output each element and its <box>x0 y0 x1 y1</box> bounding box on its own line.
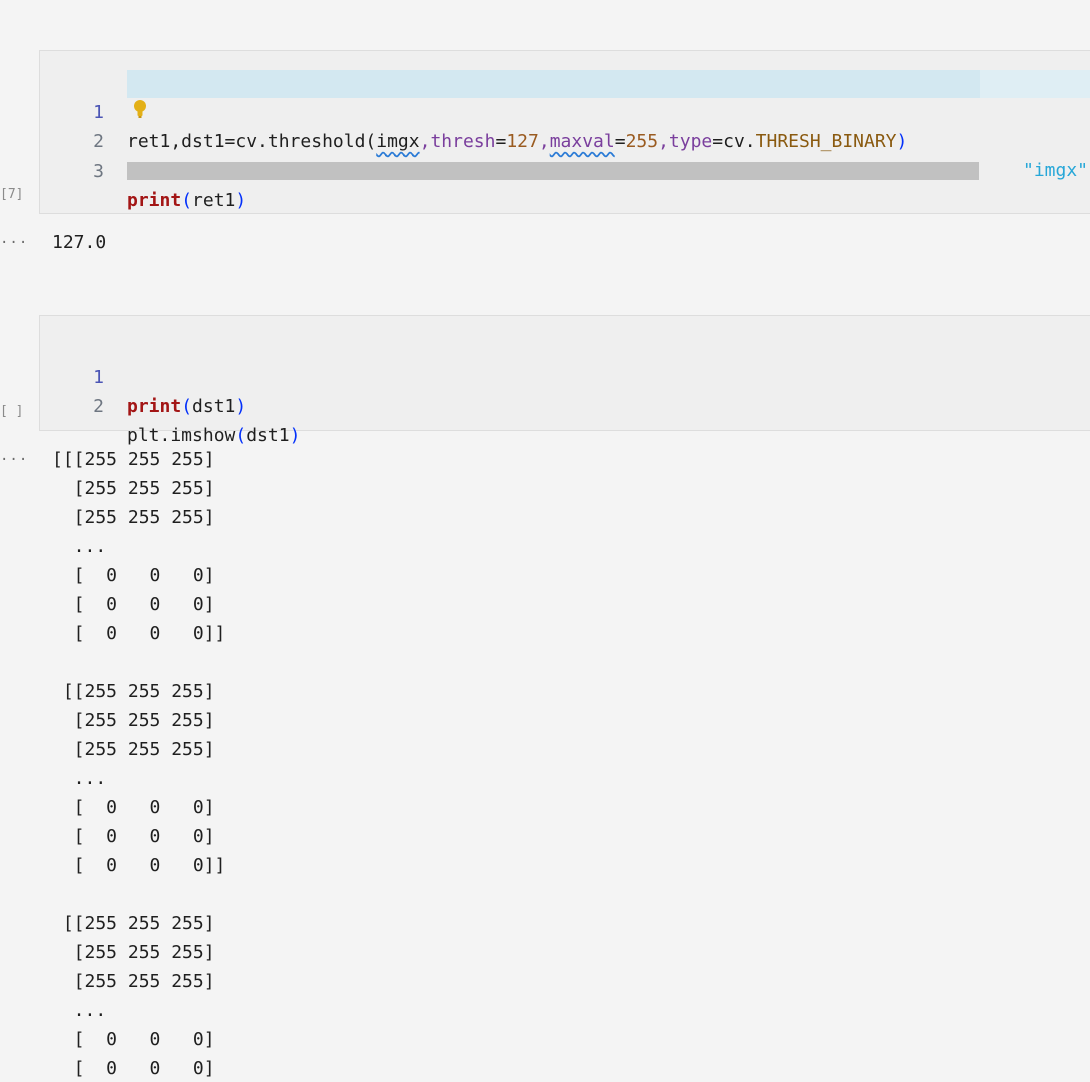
execution-count: [7] <box>0 187 24 202</box>
code-token: =cv. <box>712 131 756 152</box>
code-token-number: 255 <box>625 131 659 152</box>
code-token: ret1 <box>192 190 236 211</box>
code-token-keyword: print <box>127 396 182 417</box>
code-line-1[interactable]: 1 ret1,dst1=cv.threshold(imgx,thresh=127… <box>40 69 1088 181</box>
code-token-paren: ) <box>235 190 247 211</box>
current-line-highlight <box>127 70 1027 98</box>
output-ellipsis-icon[interactable]: ... <box>0 231 28 247</box>
inline-hint-highlight <box>980 70 1090 98</box>
cell-output-2: [[[255 255 255] [255 255 255] [255 255 2… <box>52 449 226 1079</box>
code-token: = <box>614 131 626 152</box>
horizontal-scrollbar[interactable] <box>127 162 979 180</box>
output-ellipsis-icon[interactable]: ... <box>0 448 28 464</box>
code-token: = <box>495 131 507 152</box>
code-token: dst1 <box>246 425 290 446</box>
inline-value-hint: "imgx" <box>1023 160 1089 181</box>
code-token: dst1 <box>192 396 236 417</box>
code-text[interactable]: print(dst1) <box>127 392 246 421</box>
code-text[interactable]: print(ret1) <box>127 186 246 215</box>
execution-count: [ ] <box>0 404 24 419</box>
code-token-keyword: print <box>127 190 182 211</box>
code-token: plt.imshow <box>127 425 236 446</box>
notebook-page: 1 ret1,dst1=cv.threshold(imgx,thresh=127… <box>0 0 1090 1082</box>
code-token-paren: ( <box>181 190 193 211</box>
code-token-maxval: maxval <box>549 131 615 152</box>
code-token-thresh: thresh <box>430 131 496 152</box>
code-token: , <box>658 131 669 152</box>
code-token-const: THRESH_BINARY <box>755 131 897 152</box>
code-token-paren: ) <box>896 131 908 152</box>
lightbulb-icon[interactable] <box>133 99 147 119</box>
code-token-type: type <box>668 131 713 152</box>
code-cell-2[interactable]: 1 print(dst1) 2 plt.imshow(dst1) <box>39 315 1090 446</box>
code-line-2[interactable]: 2 plt.imshow(dst1) <box>40 363 300 446</box>
cell-output-1: 127.0 <box>52 232 107 253</box>
code-token-paren: ( <box>235 425 247 446</box>
line-number: 2 <box>93 396 104 417</box>
code-line-2[interactable]: 2 <box>40 98 105 152</box>
code-token-paren: ) <box>235 396 247 417</box>
code-token: ret1,dst1=cv.threshold( <box>127 131 377 152</box>
code-token-number: 127 <box>506 131 539 152</box>
code-token: , <box>419 131 431 152</box>
code-token-paren: ( <box>181 396 193 417</box>
code-text[interactable]: ret1,dst1=cv.threshold(imgx,thresh=127,m… <box>127 127 907 156</box>
code-cell-1[interactable]: 1 ret1,dst1=cv.threshold(imgx,thresh=127… <box>39 50 1090 214</box>
code-token-imgx: imgx <box>376 131 420 152</box>
code-token: , <box>538 131 550 152</box>
code-line-3[interactable]: 3 print(ret1) <box>40 128 246 211</box>
code-line-1[interactable]: 1 print(dst1) <box>40 334 246 417</box>
code-token-paren: ) <box>289 425 301 446</box>
line-number: 3 <box>93 161 104 182</box>
